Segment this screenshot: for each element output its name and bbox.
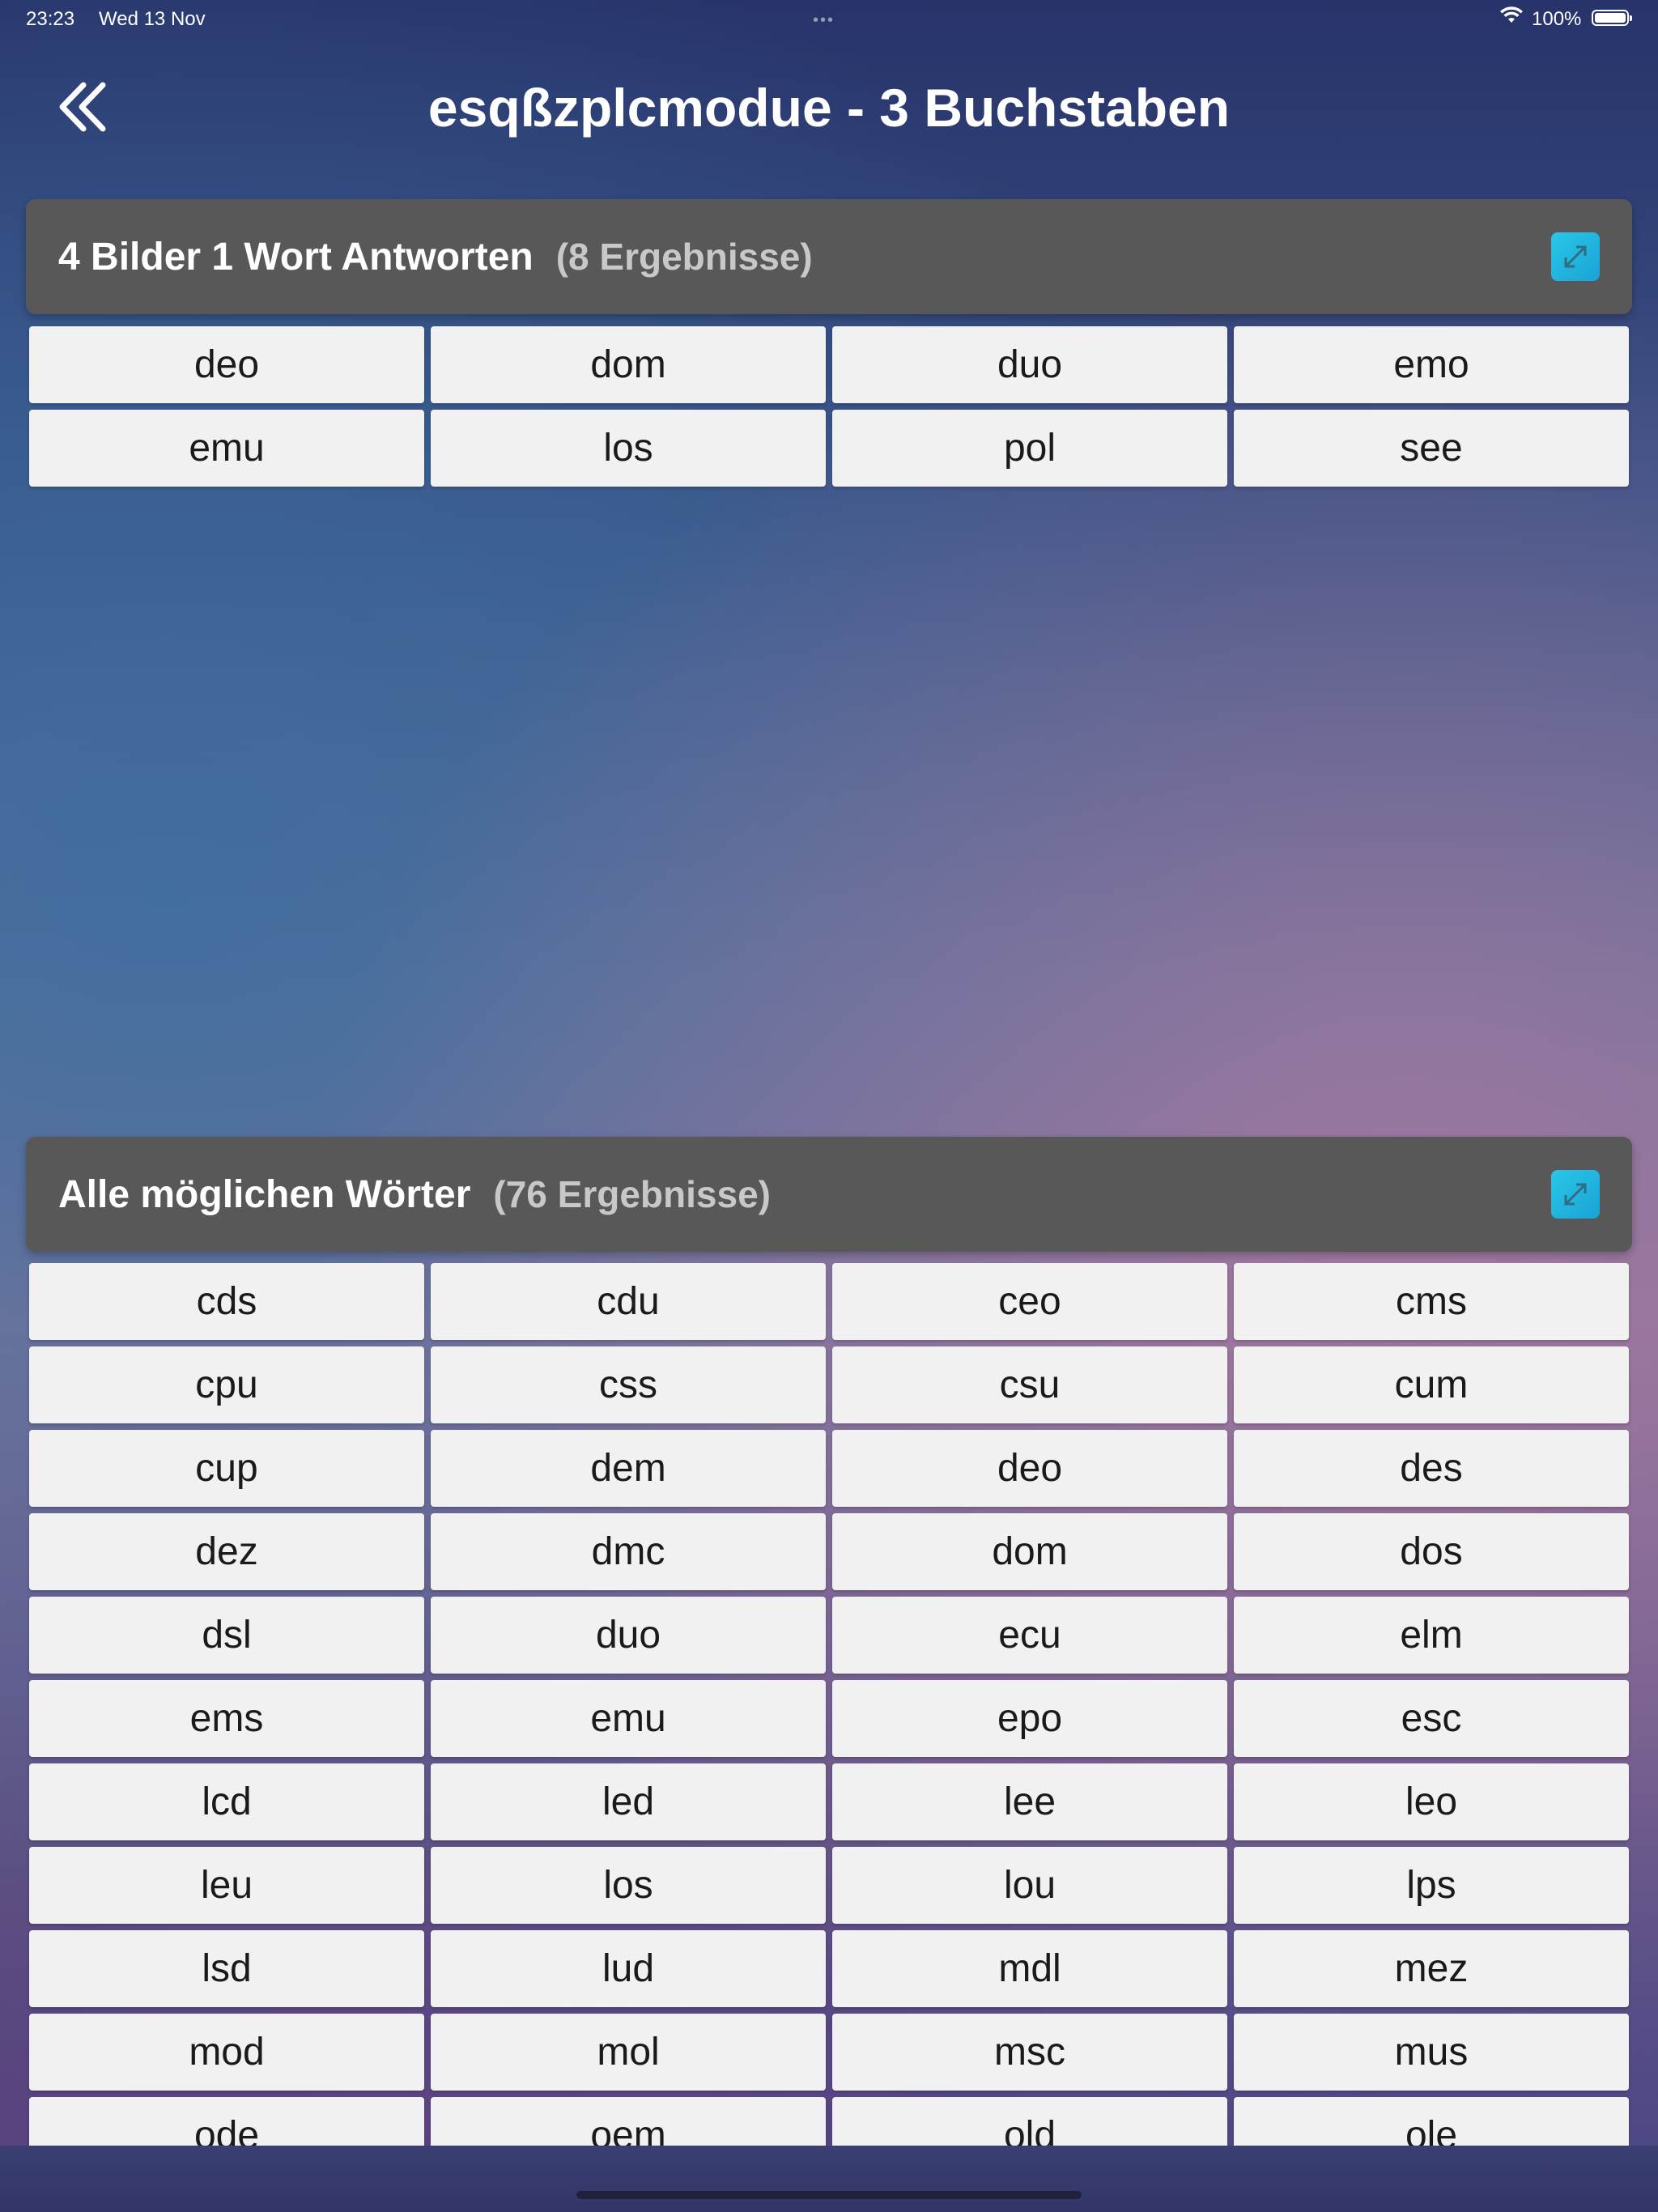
battery-percent: 100% — [1532, 8, 1582, 30]
battery-icon — [1592, 10, 1632, 26]
home-indicator[interactable] — [576, 2191, 1082, 2199]
all-words-word-cell[interactable]: leo — [1234, 1763, 1629, 1840]
all-words-word-cell[interactable]: lee — [832, 1763, 1227, 1840]
all-words-word-cell[interactable]: cpu — [29, 1346, 424, 1423]
answers-section-header: 4 Bilder 1 Wort Antworten (8 Ergebnisse) — [26, 199, 1632, 314]
all-words-title: Alle möglichen Wörter — [58, 1173, 471, 1216]
all-words-word-cell[interactable]: lud — [431, 1930, 826, 2007]
answers-grid: deo dom duo emo emu los pol see — [29, 326, 1629, 487]
all-words-word-cell[interactable]: csu — [832, 1346, 1227, 1423]
bottom-bar — [0, 2146, 1658, 2212]
all-words-word-cell[interactable]: dom — [832, 1513, 1227, 1590]
status-date: Wed 13 Nov — [99, 8, 206, 30]
wifi-icon — [1499, 6, 1524, 32]
answers-word-cell[interactable]: pol — [832, 410, 1227, 487]
all-words-section-header: Alle möglichen Wörter (76 Ergebnisse) — [26, 1137, 1632, 1252]
all-words-word-cell[interactable]: msc — [832, 2014, 1227, 2091]
answers-word-cell[interactable]: emu — [29, 410, 424, 487]
multitasking-dots-icon[interactable]: ••• — [813, 11, 835, 30]
answers-word-cell[interactable]: see — [1234, 410, 1629, 487]
status-time: 23:23 — [26, 8, 75, 30]
all-words-word-cell[interactable]: mdl — [832, 1930, 1227, 2007]
expand-arrows-icon — [1564, 1183, 1587, 1206]
all-words-grid: cds cdu ceo cms cpu css csu cum cup dem deo des dez d… — [29, 1263, 1629, 2146]
all-words-word-cell[interactable]: cup — [29, 1430, 424, 1507]
all-words-word-cell[interactable]: emu — [431, 1680, 826, 1757]
all-words-scroll-area[interactable]: cds cdu ceo cms cpu css csu cum cup dem deo des dez d… — [0, 1263, 1658, 2146]
all-words-word-cell[interactable]: lsd — [29, 1930, 424, 2007]
all-words-word-cell[interactable]: ceo — [832, 1263, 1227, 1340]
all-words-word-cell[interactable]: dmc — [431, 1513, 826, 1590]
all-words-word-cell[interactable]: elm — [1234, 1597, 1629, 1674]
all-words-word-cell[interactable]: cds — [29, 1263, 424, 1340]
all-words-word-cell[interactable]: mod — [29, 2014, 424, 2091]
answers-section-title: 4 Bilder 1 Wort Antworten (8 Ergebnisse) — [58, 199, 813, 315]
all-words-expand-button[interactable] — [1551, 1170, 1600, 1219]
answers-word-cell[interactable]: deo — [29, 326, 424, 403]
all-words-word-cell[interactable]: deo — [832, 1430, 1227, 1507]
all-words-word-cell[interactable]: epo — [832, 1680, 1227, 1757]
answers-expand-button[interactable] — [1551, 232, 1600, 281]
expand-arrows-icon — [1564, 245, 1587, 268]
page-title: esqßzplcmodue - 3 Buchstaben — [427, 78, 1231, 138]
all-words-word-cell[interactable]: lps — [1234, 1847, 1629, 1924]
all-words-word-cell[interactable]: lou — [832, 1847, 1227, 1924]
all-words-count: (76 Ergebnisse) — [493, 1173, 771, 1215]
answers-count: (8 Ergebnisse) — [555, 236, 813, 278]
answers-word-cell[interactable]: duo — [832, 326, 1227, 403]
all-words-section-title: Alle möglichen Wörter (76 Ergebnisse) — [58, 1137, 771, 1253]
all-words-word-cell[interactable]: los — [431, 1847, 826, 1924]
answers-title: 4 Bilder 1 Wort Antworten — [58, 236, 534, 279]
all-words-word-cell[interactable]: css — [431, 1346, 826, 1423]
answers-word-cell[interactable]: dom — [431, 326, 826, 403]
all-words-word-cell[interactable]: old — [832, 2097, 1227, 2146]
all-words-word-cell[interactable]: dez — [29, 1513, 424, 1590]
double-chevron-left-icon — [59, 82, 106, 132]
status-bar: 23:23 Wed 13 Nov ••• 100% — [0, 0, 1658, 37]
all-words-word-cell[interactable]: esc — [1234, 1680, 1629, 1757]
all-words-word-cell[interactable]: dem — [431, 1430, 826, 1507]
all-words-word-cell[interactable]: ems — [29, 1680, 424, 1757]
all-words-word-cell[interactable]: leu — [29, 1847, 424, 1924]
all-words-word-cell[interactable]: mus — [1234, 2014, 1629, 2091]
all-words-word-cell[interactable]: ole — [1234, 2097, 1629, 2146]
all-words-word-cell[interactable]: cms — [1234, 1263, 1629, 1340]
answers-word-cell[interactable]: los — [431, 410, 826, 487]
all-words-word-cell[interactable]: dos — [1234, 1513, 1629, 1590]
answers-word-cell[interactable]: emo — [1234, 326, 1629, 403]
all-words-word-cell[interactable]: mol — [431, 2014, 826, 2091]
all-words-word-cell[interactable]: lcd — [29, 1763, 424, 1840]
all-words-word-cell[interactable]: cdu — [431, 1263, 826, 1340]
all-words-word-cell[interactable]: mez — [1234, 1930, 1629, 2007]
all-words-word-cell[interactable]: led — [431, 1763, 826, 1840]
all-words-word-cell[interactable]: ecu — [832, 1597, 1227, 1674]
all-words-word-cell[interactable]: oem — [431, 2097, 826, 2146]
all-words-word-cell[interactable]: duo — [431, 1597, 826, 1674]
all-words-word-cell[interactable]: des — [1234, 1430, 1629, 1507]
all-words-word-cell[interactable]: ode — [29, 2097, 424, 2146]
all-words-word-cell[interactable]: cum — [1234, 1346, 1629, 1423]
all-words-word-cell[interactable]: dsl — [29, 1597, 424, 1674]
back-button[interactable] — [50, 74, 115, 139]
